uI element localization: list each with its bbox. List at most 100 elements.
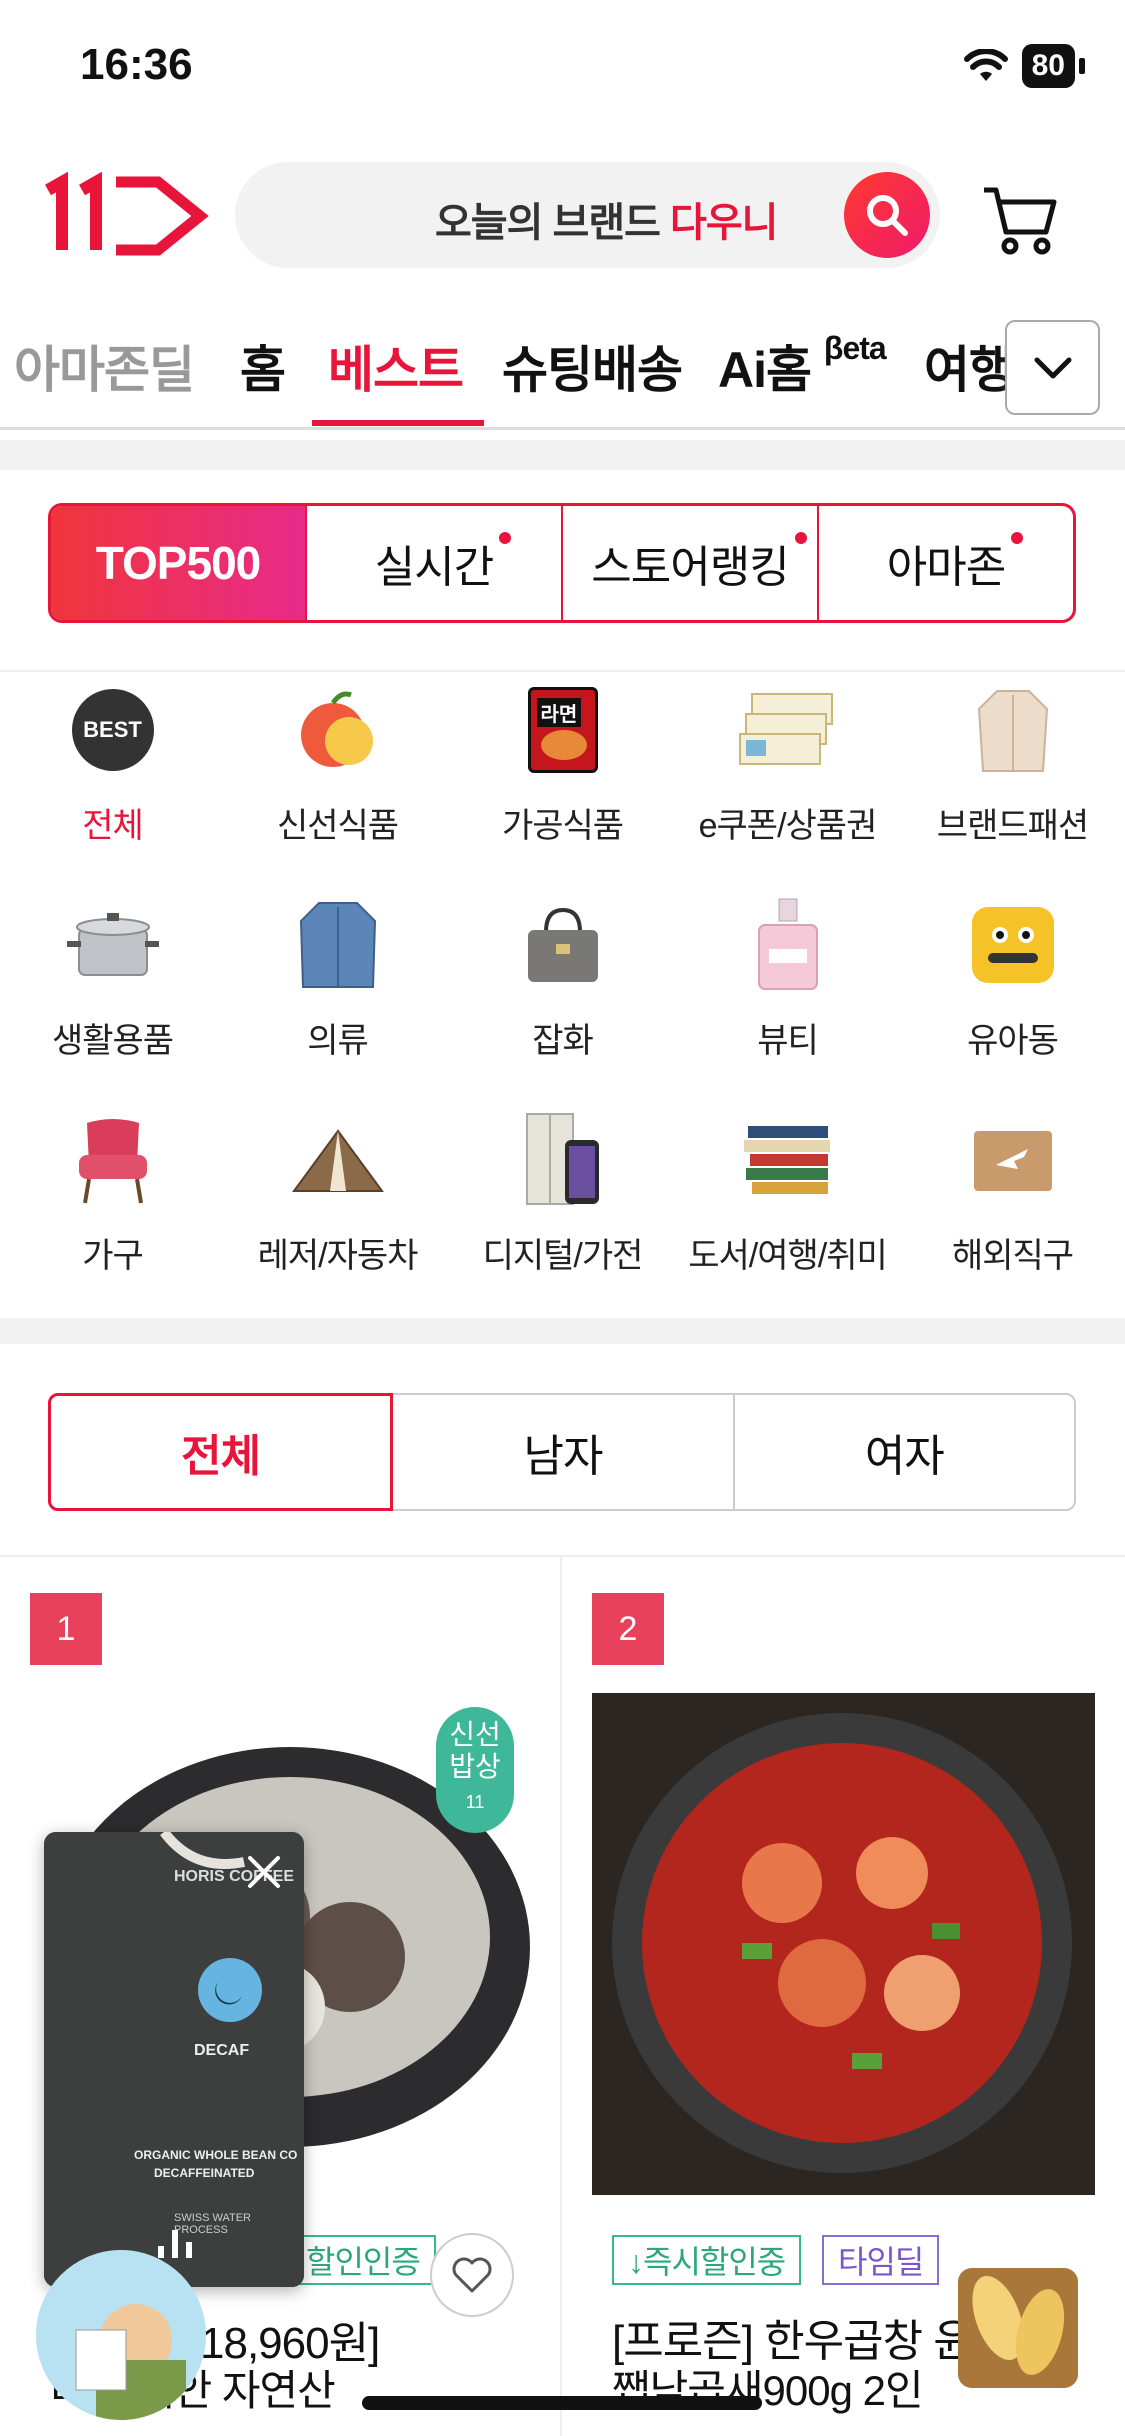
ramen-icon: 라면 bbox=[513, 680, 613, 780]
rank-tab-top500-label: TOP500 bbox=[95, 537, 261, 589]
category-beauty[interactable]: 뷰티 bbox=[675, 895, 900, 1062]
header: 오늘의 브랜드 다우니 bbox=[0, 150, 1125, 280]
category-processed-food[interactable]: 라면 가공식품 bbox=[450, 680, 675, 847]
product-image[interactable] bbox=[592, 1693, 1095, 2195]
category-fresh-food[interactable]: 신선식품 bbox=[225, 680, 450, 847]
rank-tab-store-ranking[interactable]: 스토어랭킹 bbox=[561, 506, 817, 620]
gender-tab-female[interactable]: 여자 bbox=[732, 1393, 1076, 1511]
floating-video-player[interactable]: HORIS COFFEE DECAF ORGANIC WHOLE BEAN CO… bbox=[44, 1832, 304, 2287]
rank-tab-realtime[interactable]: 실시간 bbox=[305, 506, 561, 620]
rank-tab-top500[interactable]: TOP500 bbox=[51, 506, 305, 620]
rank-tab-amazon-label: 아마존 bbox=[886, 543, 1006, 592]
pot-icon bbox=[63, 895, 163, 995]
product-divider bbox=[560, 1557, 562, 2436]
wishlist-button[interactable] bbox=[430, 2233, 514, 2317]
volume-bars-icon bbox=[158, 2230, 192, 2258]
category-label: 의류 bbox=[307, 1022, 369, 1060]
category-label: 디지털/가전 bbox=[482, 1237, 644, 1275]
tab-home[interactable]: 홈 bbox=[240, 330, 286, 402]
tab-ai-home[interactable]: Ai홈 βeta bbox=[718, 330, 887, 402]
category-ecoupon[interactable]: e쿠폰/상품권 bbox=[675, 680, 900, 847]
battery-cap bbox=[1079, 58, 1085, 74]
tab-best[interactable]: 베스트 bbox=[328, 330, 464, 402]
category-tabs: 아마존딜 홈 베스트 슈팅배송 Ai홈 βeta 여행 랭킹 bbox=[0, 300, 1125, 430]
active-tab-indicator bbox=[312, 420, 484, 426]
category-label: 가공식품 bbox=[501, 807, 624, 845]
rank-divider bbox=[0, 670, 1125, 672]
category-label: 신선식품 bbox=[276, 807, 399, 845]
best-badge-text: BEST bbox=[71, 689, 154, 771]
rank-tabs: TOP500 실시간 스토어랭킹 아마존 bbox=[48, 503, 1076, 623]
category-label: 뷰티 bbox=[757, 1022, 819, 1060]
category-label: 유아동 bbox=[967, 1022, 1059, 1060]
home-indicator[interactable] bbox=[362, 2396, 762, 2410]
tab-ai-home-label: Ai홈 bbox=[718, 342, 812, 398]
category-furniture[interactable]: 가구 bbox=[0, 1110, 225, 1277]
badge-logo-text: 11 bbox=[465, 1792, 485, 1812]
handbag-icon bbox=[513, 895, 613, 995]
category-overseas[interactable]: 해외직구 bbox=[900, 1110, 1125, 1277]
fresh-meal-badge: 신선밥상 11 bbox=[436, 1707, 514, 1833]
rank-tab-amazon[interactable]: 아마존 bbox=[817, 506, 1073, 620]
video-decaf-label: DECAF bbox=[194, 2042, 250, 2059]
tab-shooting-delivery[interactable]: 슈팅배송 bbox=[502, 330, 683, 402]
new-dot bbox=[1011, 532, 1023, 544]
category-kids[interactable]: 유아동 bbox=[900, 895, 1125, 1062]
floating-chat-avatar[interactable] bbox=[36, 2250, 206, 2420]
video-line1: ORGANIC WHOLE BEAN CO bbox=[134, 2148, 298, 2162]
heart-icon bbox=[452, 2257, 492, 2293]
category-brand-fashion[interactable]: 브랜드패션 bbox=[900, 680, 1125, 847]
category-digital[interactable]: 디지털/가전 bbox=[450, 1110, 675, 1277]
new-dot bbox=[795, 532, 807, 544]
search-bar[interactable]: 오늘의 브랜드 다우니 bbox=[235, 162, 940, 268]
floating-product-thumbnail[interactable] bbox=[958, 2268, 1078, 2388]
gender-tabs: 전체 남자 여자 bbox=[48, 1393, 1076, 1511]
category-dropdown-button[interactable] bbox=[1005, 320, 1100, 415]
category-leisure-auto[interactable]: 레저/자동차 bbox=[225, 1110, 450, 1277]
video-close-button[interactable] bbox=[234, 1842, 294, 1902]
gender-tab-male[interactable]: 남자 bbox=[391, 1393, 735, 1511]
fridge-phone-icon bbox=[513, 1110, 613, 1210]
search-promo-text: 오늘의 브랜드 다우니 bbox=[435, 190, 778, 248]
rank-badge: 1 bbox=[30, 1593, 102, 1665]
close-icon bbox=[248, 1856, 280, 1888]
beta-label: βeta bbox=[823, 330, 887, 366]
cart-icon[interactable] bbox=[980, 180, 1060, 260]
time-deal-tag: 타임딜 bbox=[822, 2235, 940, 2285]
perfume-icon bbox=[738, 895, 838, 995]
search-promo-highlight: 다우니 bbox=[670, 201, 778, 245]
search-button[interactable] bbox=[844, 172, 930, 258]
fresh-meal-badge-text: 신선밥상 bbox=[449, 1719, 501, 1782]
instant-discount-tag: ↓즉시할인중 bbox=[612, 2235, 802, 2285]
ramen-badge-text: 라면 bbox=[536, 698, 582, 727]
category-goods[interactable]: 잡화 bbox=[450, 895, 675, 1062]
category-living[interactable]: 생활용품 bbox=[0, 895, 225, 1062]
category-label: 잡화 bbox=[532, 1022, 594, 1060]
peach-icon bbox=[288, 680, 388, 780]
best-badge-icon: BEST bbox=[63, 680, 163, 780]
new-dot bbox=[499, 532, 511, 544]
search-promo-label: 오늘의 브랜드 bbox=[435, 201, 661, 245]
category-label: 생활용품 bbox=[51, 1022, 174, 1060]
status-bar: 16:36 80 bbox=[0, 0, 1125, 140]
tab-amazon-deal[interactable]: 아마존딜 bbox=[14, 330, 195, 402]
category-clothing[interactable]: 의류 bbox=[225, 895, 450, 1062]
logo-11st[interactable] bbox=[40, 172, 210, 258]
jacket-icon bbox=[963, 680, 1063, 780]
coupon-icon bbox=[738, 680, 838, 780]
category-all[interactable]: BEST 전체 bbox=[0, 680, 225, 847]
parcel-icon bbox=[963, 1110, 1063, 1210]
category-label: e쿠폰/상품권 bbox=[698, 807, 878, 845]
category-label: 가구 bbox=[82, 1237, 144, 1275]
rank-tab-realtime-label: 실시간 bbox=[374, 543, 494, 592]
section-divider bbox=[0, 440, 1125, 470]
tent-icon bbox=[288, 1110, 388, 1210]
category-books[interactable]: 도서/여행/취미 bbox=[675, 1110, 900, 1277]
denim-jacket-icon bbox=[288, 895, 388, 995]
gender-tab-all[interactable]: 전체 bbox=[48, 1393, 394, 1511]
status-icons: 80 bbox=[963, 44, 1085, 88]
books-icon bbox=[738, 1110, 838, 1210]
category-label: 전체 bbox=[82, 807, 144, 845]
battery-indicator: 80 bbox=[1021, 44, 1075, 88]
search-icon bbox=[867, 195, 908, 236]
